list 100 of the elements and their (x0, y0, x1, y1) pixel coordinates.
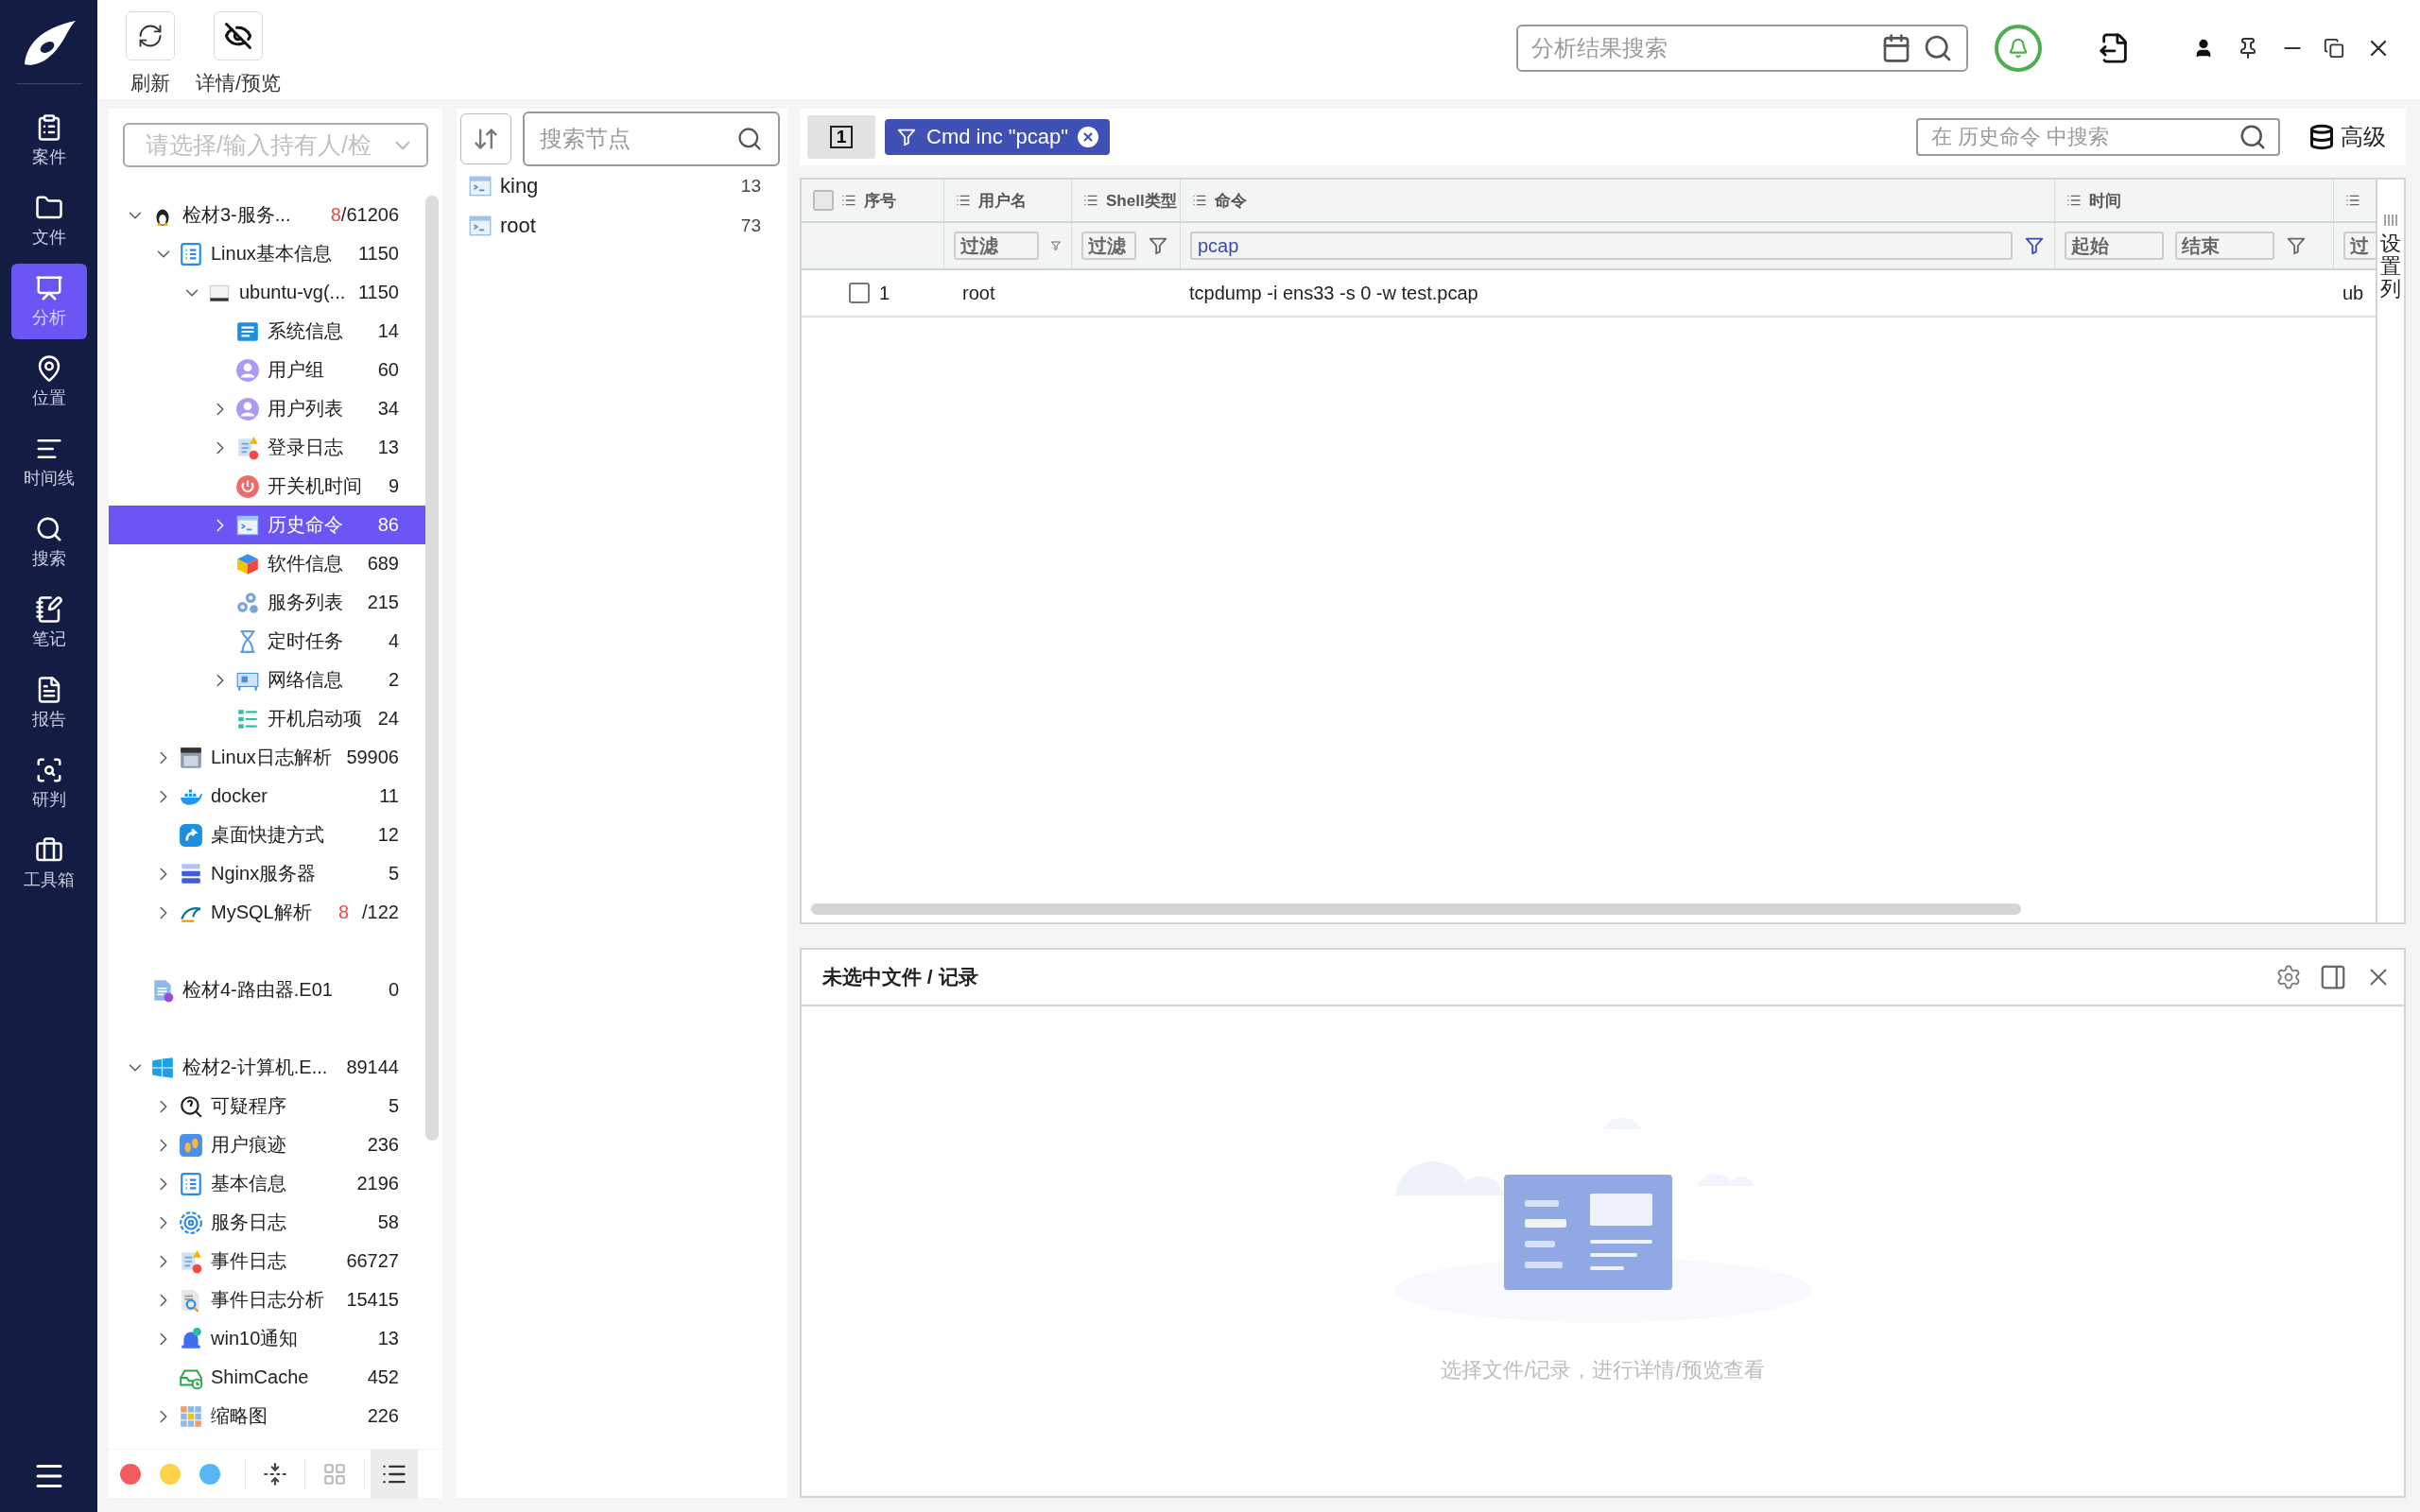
tree-item[interactable]: 开机启动项 24 (109, 699, 425, 738)
filter-icon[interactable] (896, 127, 917, 147)
tree-item[interactable]: Linux基本信息 1150 (109, 234, 425, 273)
column-header[interactable]: 时间 (2089, 189, 2121, 212)
column-header[interactable]: 命令 (1215, 189, 1247, 212)
tree-item[interactable]: 事件日志分析 15415 (109, 1280, 425, 1319)
nav-item[interactable]: 笔记 (10, 585, 87, 661)
filter-field[interactable]: 过 (2343, 232, 2376, 260)
table-cell: ub (2342, 282, 2364, 304)
tree-item[interactable]: 历史命令 86 (109, 506, 425, 544)
tree-item[interactable]: 登录日志 13 (109, 428, 425, 467)
column-header[interactable]: Shell类型 (1106, 189, 1177, 212)
tree-item-label: 软件信息 (268, 552, 344, 576)
color-tag-dot[interactable] (120, 1463, 141, 1485)
windows-icon (150, 1055, 175, 1080)
tree-item[interactable]: docker 11 (109, 777, 425, 816)
tree-item-label: 开关机时间 (268, 474, 363, 498)
tree-item[interactable]: 基本信息 2196 (109, 1164, 425, 1203)
bell-icon[interactable] (2008, 38, 2029, 59)
nav-item[interactable]: 研判 (10, 746, 87, 821)
nav-item[interactable]: 工具箱 (10, 826, 87, 902)
filter-icon[interactable] (2024, 235, 2045, 256)
tree-item[interactable]: 系统信息 14 (109, 312, 425, 351)
nav-item[interactable]: 报告 (10, 665, 87, 741)
column-menu-icon[interactable] (841, 193, 856, 208)
nav-item[interactable]: 案件 (10, 103, 87, 179)
tree-item[interactable]: 开关机时间 9 (109, 467, 425, 506)
filter-field[interactable]: 过滤 (1081, 232, 1136, 260)
view-mode-button[interactable] (371, 1449, 418, 1499)
search-icon[interactable] (1923, 33, 1953, 63)
column-settings-button[interactable]: 设置列 (2376, 180, 2404, 922)
tree-item[interactable]: Linux日志解析 59906 (109, 738, 425, 777)
eye-off-icon (223, 22, 252, 50)
item-count: 689 (367, 553, 399, 575)
restore-icon[interactable] (2324, 38, 2344, 59)
user-node[interactable]: king 13 (460, 166, 780, 206)
tree-item[interactable]: 定时任务 4 (109, 622, 425, 661)
calendar-icon[interactable] (1881, 33, 1911, 63)
tree-item[interactable]: 用户列表 34 (109, 389, 425, 428)
item-count: 13 (377, 437, 399, 458)
scrollbar-thumb[interactable] (811, 903, 2021, 915)
row-checkbox[interactable] (849, 283, 870, 303)
collapse-rows-icon (263, 1461, 287, 1486)
tree-item[interactable]: Nginx服务器 5 (109, 854, 425, 893)
start-filter-field[interactable]: 起始 (2065, 232, 2164, 260)
user-node[interactable]: root 73 (460, 206, 780, 246)
tree-item[interactable]: 桌面快捷方式 12 (109, 816, 425, 854)
select-all-checkbox[interactable] (813, 190, 834, 211)
tree-item[interactable]: ShimCache 452 (109, 1358, 425, 1397)
column-menu-icon[interactable] (2345, 193, 2360, 208)
sort-button[interactable] (460, 113, 511, 164)
nav-item[interactable]: 分析 (10, 264, 87, 339)
tree-item[interactable]: MySQL解析 8 /122 (109, 893, 425, 932)
search-icon[interactable] (736, 126, 763, 152)
tree-item[interactable]: ubuntu-vg(... 1150 (109, 273, 425, 312)
nav-item[interactable]: 文件 (10, 183, 87, 259)
tree-item[interactable]: 用户痕迹 236 (109, 1125, 425, 1164)
column-header[interactable]: 用户名 (978, 189, 1027, 212)
split-panel-icon[interactable] (2319, 963, 2347, 991)
color-tag-dot[interactable] (199, 1463, 220, 1485)
search-icon[interactable] (2238, 123, 2267, 151)
scrollbar-thumb[interactable] (425, 196, 439, 1141)
tree-item[interactable]: 缩略图 226 (109, 1397, 425, 1435)
note-pen-icon (34, 595, 63, 624)
column-header[interactable]: 序号 (864, 189, 896, 212)
nav-item[interactable]: 时间线 (10, 424, 87, 500)
column-menu-icon[interactable] (2066, 193, 2082, 208)
column-menu-icon[interactable] (956, 193, 971, 208)
toolbar-button[interactable]: 详情/预览 (196, 11, 281, 96)
color-tag-dot[interactable] (160, 1463, 181, 1485)
tree-item-label: 开机启动项 (268, 707, 363, 730)
tree-item[interactable]: 服务日志 58 (109, 1203, 425, 1242)
tree-item[interactable]: 服务列表 215 (109, 583, 425, 622)
filter-field[interactable]: 过滤 (954, 232, 1039, 260)
settings-icon[interactable] (2275, 964, 2302, 990)
tree-item[interactable]: 可疑程序 5 (109, 1087, 425, 1125)
bell-button[interactable] (1995, 25, 2042, 72)
tree-item[interactable]: 用户组 60 (109, 351, 425, 389)
tree-item-label: 网络信息 (268, 668, 344, 692)
tree-item[interactable]: win10通知 13 (109, 1319, 425, 1358)
page-button[interactable]: 1 (807, 115, 875, 159)
tree-item[interactable]: 软件信息 689 (109, 544, 425, 583)
tree-item[interactable]: 检材2-计算机.E... 89144 (109, 1048, 425, 1087)
tree-item-label: 用户痕迹 (211, 1133, 287, 1157)
nav-item[interactable]: 搜索 (10, 505, 87, 580)
filter-icon[interactable] (2286, 235, 2307, 256)
filter-icon[interactable] (1148, 235, 1168, 256)
tree-item[interactable]: 事件日志 66727 (109, 1242, 425, 1280)
column-menu-icon[interactable] (1192, 193, 1207, 208)
filter-chip[interactable]: Cmd inc "pcap" (885, 119, 1111, 155)
end-filter-field[interactable]: 结束 (2175, 232, 2274, 260)
nav-item[interactable]: 位置 (10, 344, 87, 420)
tree-item[interactable]: 检材4-路由器.E01 0 (109, 971, 425, 1009)
column-menu-icon[interactable] (1083, 193, 1098, 208)
advanced-search-button[interactable]: 高级 (2303, 121, 2392, 153)
list-icon (179, 1171, 203, 1196)
filter-field[interactable]: pcap (1190, 232, 2013, 260)
tree-item[interactable]: 网络信息 2 (109, 661, 425, 699)
tree-item[interactable]: 检材3-服务... 8/61206 (109, 196, 425, 234)
columns-icon (2384, 214, 2397, 227)
